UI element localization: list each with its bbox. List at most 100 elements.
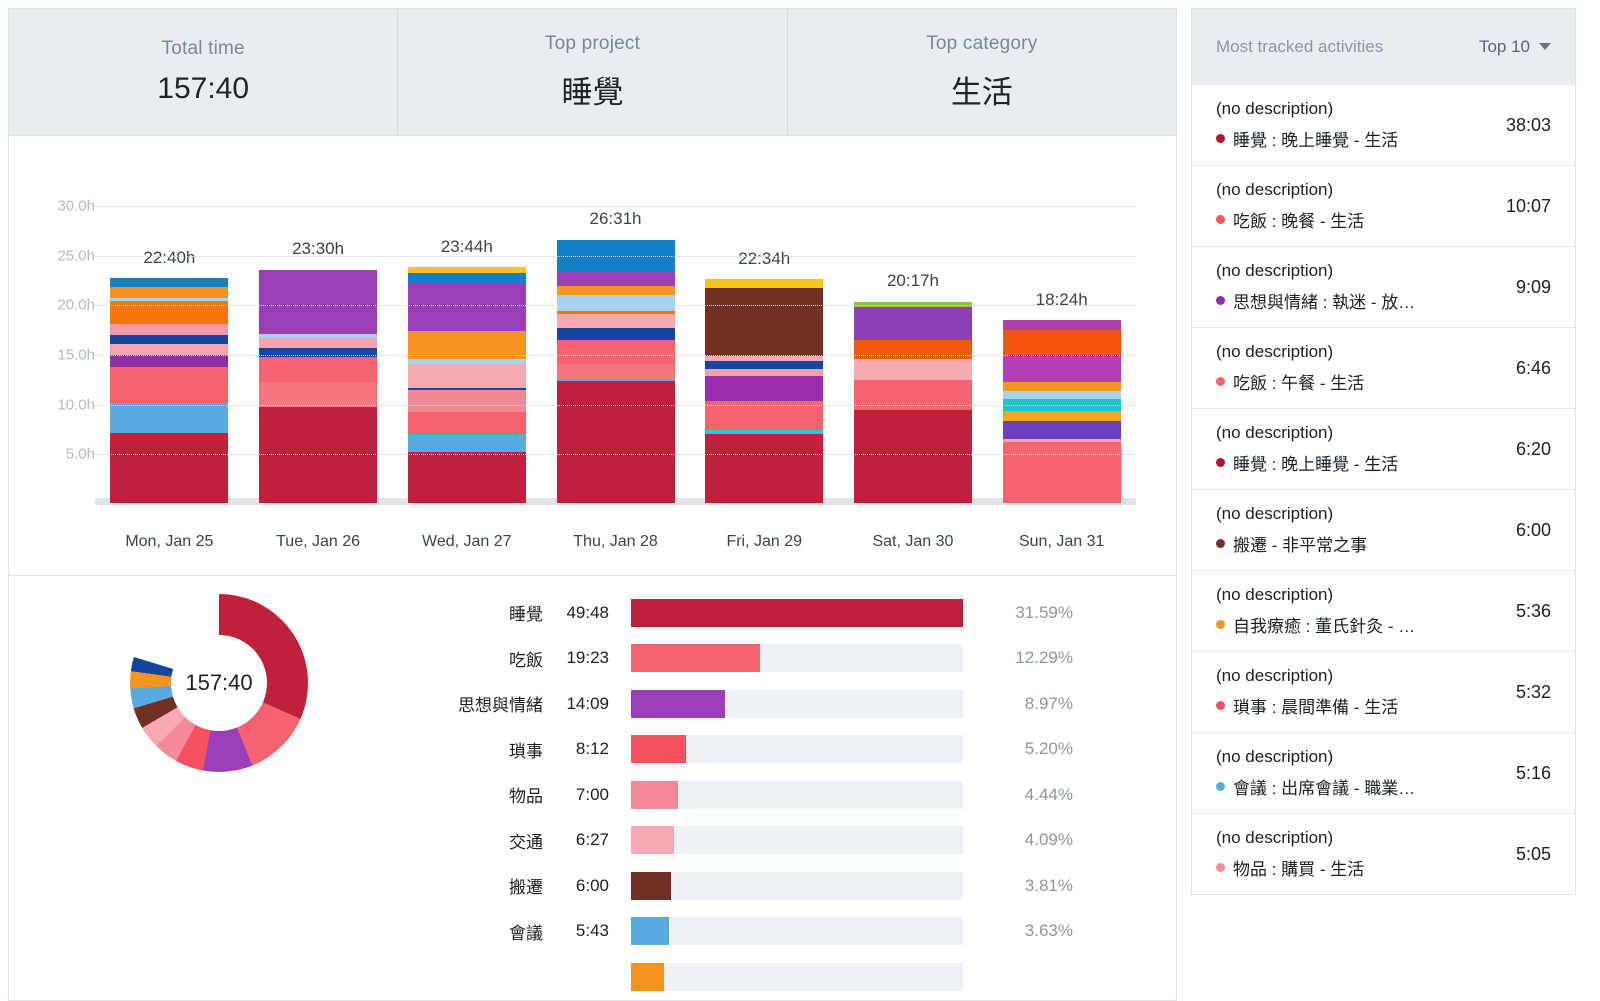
bar-segment[interactable]	[705, 278, 824, 288]
bar-segment[interactable]	[853, 340, 972, 360]
bar-segment[interactable]	[110, 403, 229, 434]
bar-segment[interactable]	[407, 363, 526, 388]
activity-row[interactable]: (no description) 會議 : 出席會議 - 職業… 5:16	[1192, 733, 1575, 814]
activity-row[interactable]: (no description) 自我療癒 : 董氏針灸 - … 5:36	[1192, 571, 1575, 652]
category-row[interactable]: 搬遷 6:00 3.81%	[429, 863, 1126, 909]
activity-row[interactable]: (no description) 思想與情緒 : 執迷 - 放… 9:09	[1192, 247, 1575, 328]
top-count-dropdown[interactable]: Top 10	[1479, 37, 1551, 57]
activity-row[interactable]: (no description) 吃飯 : 午餐 - 生活 6:46	[1192, 328, 1575, 409]
bar-segment[interactable]	[853, 359, 972, 381]
bar-segment[interactable]	[110, 287, 229, 298]
activity-row[interactable]: (no description) 吃飯 : 晚餐 - 生活 10:07	[1192, 166, 1575, 247]
bar-segment[interactable]	[407, 412, 526, 434]
bar-column[interactable]: 23:44h	[392, 186, 541, 503]
bar-column[interactable]: 22:34h	[690, 186, 839, 503]
bar-stack	[110, 277, 229, 503]
activity-duration: 10:07	[1505, 195, 1551, 216]
activity-project-label: 瑣事 : 晨間準備 - 生活	[1233, 698, 1399, 717]
chart-x-label: Sat, Jan 30	[872, 533, 954, 550]
chart-y-tick-label: 25.0h	[57, 247, 95, 265]
activity-duration: 6:46	[1515, 357, 1551, 378]
bar-segment[interactable]	[407, 272, 526, 285]
bar-segment[interactable]	[556, 314, 675, 329]
bar-column[interactable]: 23:30h	[244, 186, 393, 503]
bar-segment[interactable]	[705, 361, 824, 369]
bar-segment[interactable]	[259, 338, 378, 349]
activity-row[interactable]: (no description) 睡覺 : 晚上睡覺 - 生活 38:03	[1192, 85, 1575, 166]
bar-segment[interactable]	[110, 323, 229, 336]
bar-segment[interactable]	[556, 328, 675, 341]
bar-segment[interactable]	[705, 375, 824, 402]
activity-row[interactable]: (no description) 睡覺 : 晚上睡覺 - 生活 6:20	[1192, 409, 1575, 490]
bar-segment[interactable]	[556, 340, 675, 365]
bar-segment[interactable]	[110, 344, 229, 355]
activity-row[interactable]: (no description) 瑣事 : 晨間準備 - 生活 5:32	[1192, 652, 1575, 733]
activity-project-label: 自我療癒 : 董氏針灸 - …	[1233, 617, 1416, 636]
category-row[interactable]: 思想與情緒 14:09 8.97%	[429, 681, 1126, 727]
bar-segment[interactable]	[1002, 354, 1121, 383]
bar-segment[interactable]	[110, 354, 229, 368]
category-row[interactable]: 交通 6:27 4.09%	[429, 818, 1126, 864]
activity-description: (no description)	[1216, 666, 1334, 685]
chart-x-label: Sun, Jan 31	[1018, 533, 1105, 550]
bar-segment[interactable]	[110, 367, 229, 404]
bar-segment[interactable]	[556, 286, 675, 296]
bar-segment[interactable]	[110, 277, 229, 288]
category-time: 49:48	[566, 602, 609, 622]
activity-row[interactable]: (no description) 搬遷 - 非平常之事 6:00	[1192, 490, 1575, 571]
project-color-dot	[1216, 296, 1225, 305]
category-bar-fill	[631, 962, 664, 991]
bar-segment[interactable]	[556, 295, 675, 312]
chart-gridline	[95, 205, 1136, 207]
category-time: 14:09	[566, 693, 609, 713]
bar-segment[interactable]	[1002, 420, 1121, 440]
category-row[interactable]: 吃飯 19:23 12.29%	[429, 636, 1126, 682]
chart-gridline	[95, 404, 1136, 406]
bar-segment[interactable]	[1002, 410, 1121, 421]
bar-column[interactable]: 26:31h	[541, 186, 690, 503]
bar-column[interactable]: 22:40h	[95, 186, 244, 503]
activity-duration: 9:09	[1515, 276, 1551, 297]
bar-segment[interactable]	[853, 380, 972, 411]
bar-segment[interactable]	[407, 390, 526, 413]
bar-segment[interactable]	[556, 272, 675, 287]
bar-segment[interactable]	[407, 284, 526, 332]
bar-segment[interactable]	[705, 287, 824, 357]
donut-center-total: 157:40	[185, 670, 253, 695]
bar-segment[interactable]	[1002, 320, 1121, 331]
bar-segment[interactable]	[556, 364, 675, 379]
activity-project: 睡覺 : 晚上睡覺 - 生活	[1216, 126, 1490, 151]
bar-segment[interactable]	[853, 410, 972, 503]
bar-column[interactable]: 18:24h	[987, 186, 1136, 503]
bar-segment[interactable]	[259, 356, 378, 382]
bar-segment[interactable]	[1002, 330, 1121, 355]
summary-value: 157:40	[157, 72, 250, 105]
bar-segment[interactable]	[407, 452, 526, 503]
activity-project-label: 吃飯 : 午餐 - 生活	[1233, 374, 1365, 393]
bar-segment[interactable]	[853, 307, 972, 341]
bar-column[interactable]: 20:17h	[839, 186, 988, 503]
project-color-dot	[1216, 215, 1225, 224]
category-time: 19:23	[566, 648, 609, 668]
category-row[interactable]: 瑣事 8:12 5.20%	[429, 727, 1126, 773]
bar-segment[interactable]	[556, 381, 675, 503]
bar-segment[interactable]	[705, 368, 824, 376]
bar-segment[interactable]	[110, 433, 229, 503]
category-row[interactable]: 會議 5:43 3.63%	[429, 909, 1126, 955]
bar-segment[interactable]	[1002, 442, 1121, 503]
most-tracked-activities-card: Most tracked activities Top 10 (no descr…	[1191, 8, 1576, 895]
category-row[interactable]: 物品 7:00 4.44%	[429, 772, 1126, 818]
bar-segment[interactable]	[1002, 391, 1121, 400]
activity-row[interactable]: (no description) 物品 : 購買 - 生活 5:05	[1192, 814, 1575, 894]
chart-x-label: Tue, Jan 26	[276, 533, 361, 550]
category-name: 物品	[509, 787, 543, 807]
activity-duration: 6:00	[1515, 519, 1551, 540]
bar-segment[interactable]	[110, 335, 229, 345]
category-row[interactable]	[429, 954, 1126, 1000]
category-row[interactable]: 睡覺 49:48 31.59%	[429, 590, 1126, 636]
bar-segment[interactable]	[705, 433, 824, 503]
bar-segment[interactable]	[259, 269, 378, 335]
bar-segment[interactable]	[259, 381, 378, 408]
bar-segment[interactable]	[1002, 382, 1121, 392]
bar-segment[interactable]	[407, 433, 526, 453]
